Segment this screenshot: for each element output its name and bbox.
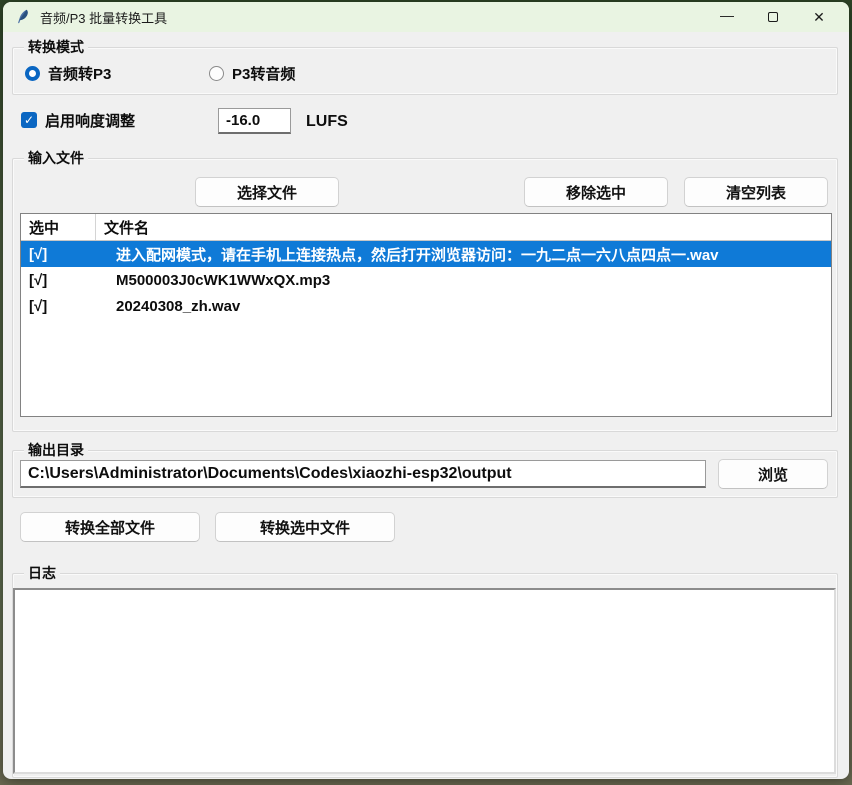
title-bar[interactable]: 音频/P3 批量转换工具 — ✕ (3, 2, 849, 32)
radio-on-icon (25, 66, 40, 81)
window-title: 音频/P3 批量转换工具 (40, 8, 704, 27)
loudness-checkbox[interactable]: ✓ 启用响度调整 (21, 110, 135, 130)
browse-button[interactable]: 浏览 (718, 459, 828, 489)
remove-selected-button[interactable]: 移除选中 (524, 177, 668, 207)
checkbox-checked-icon: ✓ (21, 112, 37, 128)
table-row[interactable]: [√] 20240308_zh.wav (21, 293, 831, 319)
output-dir-label: 输出目录 (24, 441, 88, 459)
radio-audio-to-p3[interactable]: 音频转P3 (25, 63, 111, 83)
output-dir-input[interactable]: C:\Users\Administrator\Documents\Codes\x… (20, 460, 706, 488)
mode-group-label: 转换模式 (24, 38, 88, 56)
file-table[interactable]: 选中 文件名 [√] 进入配网模式，请在手机上连接热点，然后打开浏览器访问：一九… (20, 213, 832, 417)
log-textarea[interactable] (13, 588, 836, 774)
row-checkmark[interactable]: [√] (21, 298, 96, 315)
close-button[interactable]: ✕ (796, 2, 842, 32)
radio-label: 音频转P3 (48, 63, 111, 84)
row-checkmark[interactable]: [√] (21, 246, 96, 263)
table-row[interactable]: [√] 进入配网模式，请在手机上连接热点，然后打开浏览器访问：一九二点一六八点四… (21, 241, 831, 267)
app-window: 音频/P3 批量转换工具 — ✕ 转换模式 音频转P3 P3转音频 ✓ 启用响度… (3, 2, 849, 779)
maximize-button[interactable] (750, 2, 796, 32)
clear-list-button[interactable]: 清空列表 (684, 177, 828, 207)
radio-off-icon (209, 66, 224, 81)
table-row[interactable]: [√] M500003J0cWK1WWxQX.mp3 (21, 267, 831, 293)
close-icon: ✕ (813, 10, 825, 24)
convert-selected-button[interactable]: 转换选中文件 (215, 512, 395, 542)
row-filename: 20240308_zh.wav (96, 298, 831, 315)
loudness-label: 启用响度调整 (45, 110, 135, 131)
minimize-button[interactable]: — (704, 2, 750, 32)
row-filename: M500003J0cWK1WWxQX.mp3 (96, 272, 831, 289)
mode-groupbox: 转换模式 音频转P3 P3转音频 (12, 47, 838, 95)
input-files-label: 输入文件 (24, 149, 88, 167)
minimize-icon: — (720, 8, 734, 22)
table-header: 选中 文件名 (21, 214, 831, 241)
row-checkmark[interactable]: [√] (21, 272, 96, 289)
row-filename: 进入配网模式，请在手机上连接热点，然后打开浏览器访问：一九二点一六八点四点一.w… (96, 244, 831, 265)
maximize-icon (768, 12, 778, 22)
desktop: { "window": { "title": "音频/P3 批量转换工具", "… (0, 0, 852, 785)
column-header-filename[interactable]: 文件名 (96, 214, 831, 240)
lufs-input[interactable]: -16.0 (218, 108, 291, 134)
python-feather-icon (15, 9, 31, 25)
lufs-unit-label: LUFS (306, 113, 348, 131)
radio-p3-to-audio[interactable]: P3转音频 (209, 63, 295, 83)
select-files-button[interactable]: 选择文件 (195, 177, 339, 207)
log-label: 日志 (24, 564, 60, 582)
radio-label: P3转音频 (232, 63, 295, 84)
convert-all-button[interactable]: 转换全部文件 (20, 512, 200, 542)
column-header-checked[interactable]: 选中 (21, 214, 96, 240)
